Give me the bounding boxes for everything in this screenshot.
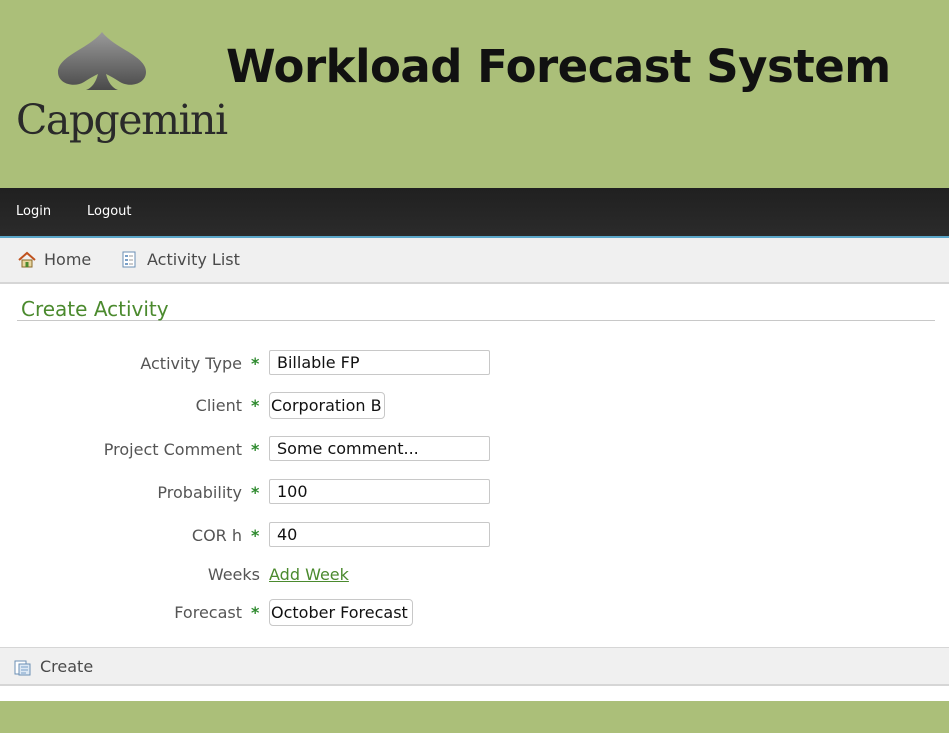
- app-title: Workload Forecast System: [226, 40, 891, 93]
- form-row-probability: Probability *: [0, 479, 949, 509]
- required-marker: *: [251, 483, 260, 502]
- header-banner: Capgemini Workload Forecast System: [0, 0, 949, 188]
- action-bar: Create: [0, 647, 949, 686]
- weeks-label: Weeks: [207, 565, 260, 584]
- activity-type-label: Activity Type: [140, 354, 242, 373]
- add-week-link[interactable]: Add Week: [269, 565, 349, 584]
- client-label: Client: [195, 396, 242, 415]
- section-heading: Create Activity: [17, 296, 935, 321]
- login-link[interactable]: Login: [16, 204, 51, 219]
- menu-item-home-label: Home: [44, 250, 92, 269]
- forecast-select[interactable]: October Forecast: [269, 599, 413, 626]
- form-row-activity-type: Activity Type *: [0, 350, 949, 380]
- create-button[interactable]: Create: [14, 657, 93, 676]
- spade-logo-icon: [58, 32, 146, 90]
- project-comment-label: Project Comment: [103, 440, 242, 459]
- logo-wordmark: Capgemini: [16, 96, 228, 144]
- menu-item-activity-list-label: Activity List: [147, 250, 240, 269]
- activity-type-field[interactable]: [269, 350, 490, 375]
- page-title: Create Activity: [21, 297, 169, 321]
- required-marker: *: [251, 354, 260, 373]
- menu-bar: Home Activity List: [0, 238, 949, 284]
- menu-item-home[interactable]: Home: [18, 250, 91, 269]
- footer-band: [0, 701, 949, 733]
- capgemini-logo: Capgemini: [14, 30, 228, 150]
- client-select[interactable]: Corporation B: [269, 392, 385, 419]
- required-marker: *: [251, 396, 260, 415]
- document-list-icon: [121, 251, 139, 269]
- create-button-label: Create: [40, 657, 94, 676]
- home-icon: [18, 251, 36, 269]
- forecast-label: Forecast: [174, 603, 242, 622]
- probability-label: Probability: [157, 483, 242, 502]
- cor-h-field[interactable]: [269, 522, 490, 547]
- top-navbar: Login Logout: [0, 188, 949, 238]
- cor-h-label: COR h: [191, 526, 242, 545]
- form-row-cor-h: COR h *: [0, 522, 949, 552]
- required-marker: *: [251, 526, 260, 545]
- create-document-icon: [14, 658, 32, 676]
- required-marker: *: [251, 440, 260, 459]
- form-row-forecast: Forecast * October Forecast: [0, 599, 949, 629]
- project-comment-field[interactable]: [269, 436, 490, 461]
- form-row-weeks: Weeks Add Week: [0, 561, 949, 591]
- logout-link[interactable]: Logout: [87, 204, 132, 219]
- form-row-client: Client * Corporation B: [0, 392, 949, 422]
- required-marker: *: [251, 603, 260, 622]
- form-row-project-comment: Project Comment *: [0, 436, 949, 466]
- menu-item-activity-list[interactable]: Activity List: [121, 250, 240, 269]
- probability-field[interactable]: [269, 479, 490, 504]
